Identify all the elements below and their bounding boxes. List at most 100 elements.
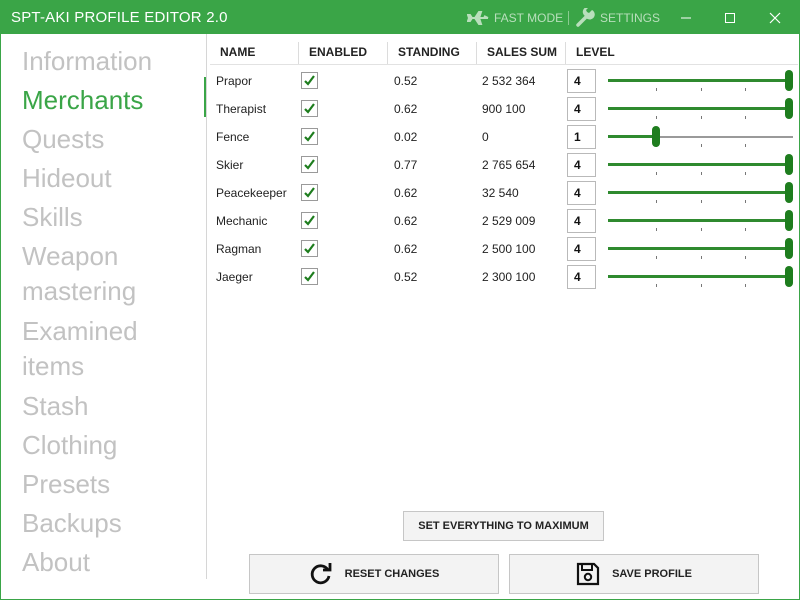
enabled-checkbox[interactable] <box>301 128 318 145</box>
nav-item-examined-items-line2: items <box>22 351 85 381</box>
slider-tick <box>744 88 746 91</box>
level-input[interactable]: 1 <box>567 125 596 149</box>
header-sales-sum[interactable]: SALES SUM <box>477 39 557 65</box>
nav-item-examined-items[interactable]: Examined items <box>22 314 138 384</box>
level-input[interactable]: 4 <box>567 265 596 289</box>
slider-thumb[interactable] <box>785 98 793 119</box>
checkmark-icon <box>304 75 315 86</box>
set-max-label: SET EVERYTHING TO MAXIMUM <box>418 520 589 532</box>
level-input[interactable]: 4 <box>567 181 596 205</box>
reset-changes-label: RESET CHANGES <box>344 568 440 580</box>
slider-tick <box>700 144 702 147</box>
level-slider[interactable] <box>606 67 796 95</box>
header-level[interactable]: LEVEL <box>566 39 615 65</box>
reset-changes-button[interactable]: RESET CHANGES <box>249 554 499 594</box>
level-input[interactable]: 4 <box>567 209 596 233</box>
enabled-checkbox[interactable] <box>301 212 318 229</box>
header-standing[interactable]: STANDING <box>388 39 460 65</box>
table-row: Fence 0.02 0 1 <box>210 123 798 151</box>
slider-thumb[interactable] <box>785 266 793 287</box>
sales-sum-value[interactable]: 2 300 100 <box>482 263 535 291</box>
slider-tick <box>656 228 658 231</box>
level-input[interactable]: 4 <box>567 153 596 177</box>
slider-tick <box>744 116 746 119</box>
sales-sum-value[interactable]: 2 765 654 <box>482 151 535 179</box>
slider-thumb[interactable] <box>785 238 793 259</box>
level-slider[interactable] <box>606 207 796 235</box>
standing-value[interactable]: 0.62 <box>394 179 417 207</box>
level-slider[interactable] <box>606 179 796 207</box>
standing-value[interactable]: 0.02 <box>394 123 417 151</box>
level-slider[interactable] <box>606 151 796 179</box>
slider-thumb[interactable] <box>652 126 661 147</box>
slider-tick <box>744 284 746 287</box>
nav-item-merchants[interactable]: Merchants <box>22 83 143 118</box>
set-everything-to-maximum-button[interactable]: SET EVERYTHING TO MAXIMUM <box>403 511 604 541</box>
nav-item-stash[interactable]: Stash <box>22 389 89 424</box>
slider-thumb[interactable] <box>785 154 793 175</box>
enabled-checkbox[interactable] <box>301 240 318 257</box>
nav-item-quests[interactable]: Quests <box>22 122 104 157</box>
table-header: NAME ENABLED STANDING SALES SUM LEVEL <box>210 39 798 65</box>
slider-thumb[interactable] <box>785 210 793 231</box>
sales-sum-value[interactable]: 0 <box>482 123 489 151</box>
level-slider[interactable] <box>606 95 796 123</box>
level-input[interactable]: 4 <box>567 97 596 121</box>
table-row: Jaeger 0.52 2 300 100 4 <box>210 263 798 291</box>
minimize-button[interactable] <box>664 1 708 34</box>
slider-tick <box>700 172 702 175</box>
slider-fill <box>608 275 787 278</box>
header-enabled[interactable]: ENABLED <box>299 39 367 65</box>
slider-fill <box>608 163 787 166</box>
standing-value[interactable]: 0.62 <box>394 235 417 263</box>
standing-value[interactable]: 0.62 <box>394 207 417 235</box>
enabled-checkbox[interactable] <box>301 184 318 201</box>
nav-item-backups[interactable]: Backups <box>22 506 122 541</box>
nav-item-information[interactable]: Information <box>22 44 152 79</box>
nav-item-about[interactable]: About <box>22 545 90 580</box>
level-slider[interactable] <box>606 263 796 291</box>
level-slider[interactable] <box>606 123 796 151</box>
sales-sum-value[interactable]: 900 100 <box>482 95 525 123</box>
standing-value[interactable]: 0.52 <box>394 263 417 291</box>
header-name[interactable]: NAME <box>210 39 255 65</box>
slider-thumb[interactable] <box>785 182 793 203</box>
wrench-icon <box>576 7 595 27</box>
nav-item-weapon-mastering[interactable]: Weapon mastering <box>22 239 136 309</box>
enabled-checkbox[interactable] <box>301 100 318 117</box>
slider-thumb[interactable] <box>785 70 793 91</box>
nav-item-hideout[interactable]: Hideout <box>22 161 112 196</box>
level-slider[interactable] <box>606 235 796 263</box>
titlebar-separator <box>568 11 569 25</box>
sales-sum-value[interactable]: 2 500 100 <box>482 235 535 263</box>
sales-sum-value[interactable]: 32 540 <box>482 179 519 207</box>
checkmark-icon <box>304 159 315 170</box>
standing-value[interactable]: 0.77 <box>394 151 417 179</box>
checkmark-icon <box>304 187 315 198</box>
enabled-checkbox[interactable] <box>301 268 318 285</box>
slider-tick <box>656 256 658 259</box>
nav-item-skills[interactable]: Skills <box>22 200 83 235</box>
maximize-button[interactable] <box>708 1 752 34</box>
save-profile-button[interactable]: SAVE PROFILE <box>509 554 759 594</box>
nav-item-presets[interactable]: Presets <box>22 467 110 502</box>
enabled-checkbox[interactable] <box>301 72 318 89</box>
close-button[interactable] <box>753 1 797 34</box>
level-input[interactable]: 4 <box>567 69 596 93</box>
title-bar: SPT-AKI PROFILE EDITOR 2.0 FAST MODE SET… <box>1 1 799 34</box>
level-input[interactable]: 4 <box>567 237 596 261</box>
standing-value[interactable]: 0.52 <box>394 67 417 95</box>
slider-tick <box>744 256 746 259</box>
slider-tick <box>700 200 702 203</box>
enabled-checkbox[interactable] <box>301 156 318 173</box>
table-row: Therapist 0.62 900 100 4 <box>210 95 798 123</box>
sales-sum-value[interactable]: 2 529 009 <box>482 207 535 235</box>
sales-sum-value[interactable]: 2 532 364 <box>482 67 535 95</box>
nav-item-clothing[interactable]: Clothing <box>22 428 117 463</box>
sidebar-divider <box>206 34 207 579</box>
merchant-name: Prapor <box>216 74 253 88</box>
standing-value[interactable]: 0.62 <box>394 95 417 123</box>
fast-mode-button[interactable]: FAST MODE <box>467 1 563 34</box>
slider-fill <box>608 247 787 250</box>
settings-button[interactable]: SETTINGS <box>575 1 660 34</box>
